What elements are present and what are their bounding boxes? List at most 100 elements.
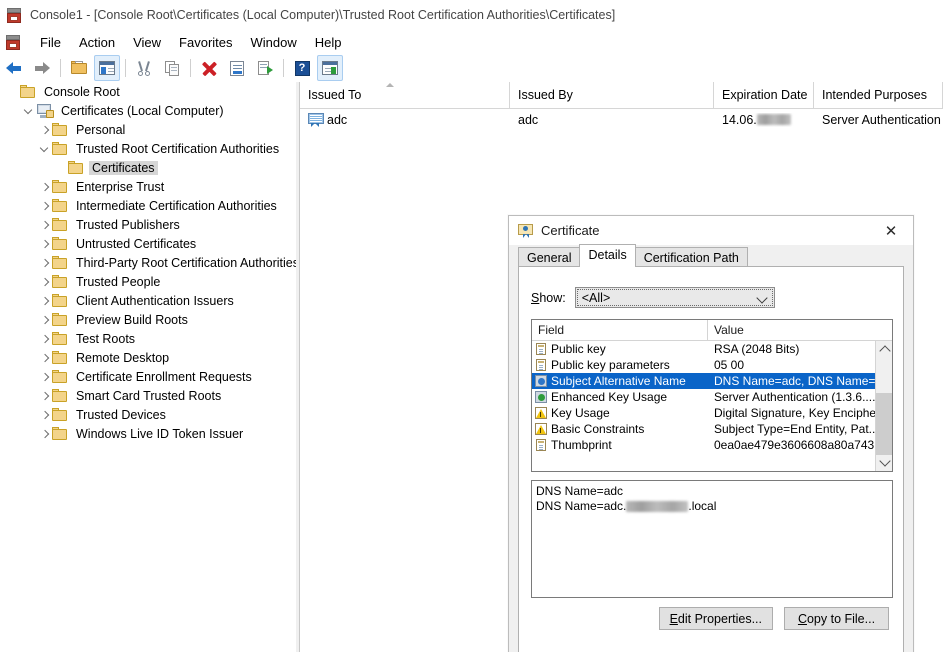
field-name-cell: Key Usage [532, 406, 708, 420]
menu-item-window[interactable]: Window [242, 33, 306, 52]
tree-item-label: Test Roots [76, 331, 136, 346]
properties-button[interactable] [224, 55, 250, 81]
column-header-field[interactable]: Field [532, 320, 708, 340]
tree-item-label: Trusted Devices [76, 407, 166, 422]
help-button[interactable]: ? [289, 55, 315, 81]
tree-item-trusted-people[interactable]: Trusted People [0, 272, 296, 291]
dialog-tabs: General Details Certification Path [518, 244, 913, 268]
column-header-value[interactable]: Value [708, 320, 892, 340]
tree-item-label: Certificate Enrollment Requests [76, 369, 252, 384]
chevron-right-icon[interactable] [38, 388, 52, 404]
field-row[interactable]: Key Usage Digital Signature, Key Encipher… [532, 405, 892, 421]
chevron-down-icon[interactable] [22, 103, 36, 119]
chevron-right-icon[interactable] [38, 274, 52, 290]
tree-item-windows-live-id-token-issuer[interactable]: Windows Live ID Token Issuer [0, 424, 296, 443]
chevron-right-icon[interactable] [38, 369, 52, 385]
field-table-scrollbar[interactable] [875, 341, 892, 471]
tab-details[interactable]: Details [579, 244, 636, 267]
chevron-right-icon[interactable] [38, 350, 52, 366]
column-header-issued-to[interactable]: Issued To [300, 82, 510, 108]
scrollbar-thumb[interactable] [876, 393, 892, 455]
tree-item-console-root[interactable]: Console Root [0, 82, 296, 101]
system-menu-icon[interactable] [5, 34, 21, 50]
chevron-right-icon[interactable] [38, 217, 52, 233]
chevron-right-icon[interactable] [38, 236, 52, 252]
copy-to-file-button[interactable]: Copy to File... [784, 607, 889, 630]
tab-general[interactable]: General [518, 247, 581, 268]
tree-item-enterprise-trust[interactable]: Enterprise Trust [0, 177, 296, 196]
field-row[interactable]: Subject Alternative Name DNS Name=adc, DN… [532, 373, 892, 389]
detail-line-suffix: .local [688, 499, 717, 513]
chevron-right-icon[interactable] [38, 198, 52, 214]
scroll-up-icon[interactable] [876, 341, 892, 358]
folder-icon [20, 85, 36, 98]
delete-button[interactable] [196, 55, 222, 81]
tree-item-remote-desktop[interactable]: Remote Desktop [0, 348, 296, 367]
tree-item-trusted-devices[interactable]: Trusted Devices [0, 405, 296, 424]
tree-item-client-authentication-issuers[interactable]: Client Authentication Issuers [0, 291, 296, 310]
tree-item-untrusted-certificates[interactable]: Untrusted Certificates [0, 234, 296, 253]
dialog-title-bar: Certificate ✕ [509, 216, 913, 245]
field-name-cell: Subject Alternative Name [532, 374, 708, 388]
tree-item-trusted-publishers[interactable]: Trusted Publishers [0, 215, 296, 234]
chevron-right-icon[interactable] [38, 426, 52, 442]
menu-item-file[interactable]: File [31, 33, 70, 52]
menu-item-action[interactable]: Action [70, 33, 124, 52]
chevron-right-icon[interactable] [38, 179, 52, 195]
redacted-text [756, 114, 791, 125]
field-row[interactable]: Basic Constraints Subject Type=End Entity… [532, 421, 892, 437]
tab-certification-path[interactable]: Certification Path [634, 247, 748, 268]
field-row[interactable]: Thumbprint 0ea0ae479e3606608a80a743... [532, 437, 892, 453]
column-header-intended-purposes[interactable]: Intended Purposes [814, 82, 943, 108]
tree-item-trusted-root-certification-authorities[interactable]: Trusted Root Certification Authorities [0, 139, 296, 158]
field-row[interactable]: Public key parameters 05 00 [532, 357, 892, 373]
field-row[interactable]: Public key RSA (2048 Bits) [532, 341, 892, 357]
tree-item-certificate-enrollment-requests[interactable]: Certificate Enrollment Requests [0, 367, 296, 386]
chevron-down-icon[interactable] [38, 141, 52, 157]
tree-item-label: Client Authentication Issuers [76, 293, 234, 308]
folder-icon [52, 408, 68, 421]
tree-item-preview-build-roots[interactable]: Preview Build Roots [0, 310, 296, 329]
chevron-right-icon[interactable] [38, 122, 52, 138]
cell-expiration-date: 14.06. [714, 113, 814, 127]
field-row[interactable]: Enhanced Key Usage Server Authentication … [532, 389, 892, 405]
sort-ascending-icon [386, 83, 394, 87]
list-row[interactable]: adc adc 14.06. Server Authentication [300, 109, 943, 130]
show-dropdown-value: <All> [581, 290, 611, 305]
menu-item-help[interactable]: Help [306, 33, 351, 52]
tree-item-label: Third-Party Root Certification Authoriti… [76, 255, 297, 270]
cut-button[interactable] [131, 55, 157, 81]
tree-item-third-party-root-certification-authorities[interactable]: Third-Party Root Certification Authoriti… [0, 253, 296, 272]
export-list-button[interactable] [252, 55, 278, 81]
edit-properties-button[interactable]: Edit Properties... [658, 607, 773, 630]
menu-item-favorites[interactable]: Favorites [170, 33, 241, 52]
chevron-right-icon[interactable] [38, 255, 52, 271]
chevron-right-icon[interactable] [38, 331, 52, 347]
chevron-right-icon[interactable] [38, 407, 52, 423]
column-header-expiration-date[interactable]: Expiration Date [714, 82, 814, 108]
tree-item-smart-card-trusted-roots[interactable]: Smart Card Trusted Roots [0, 386, 296, 405]
tree-item-test-roots[interactable]: Test Roots [0, 329, 296, 348]
up-one-level-button[interactable] [66, 55, 92, 81]
forward-button[interactable] [29, 55, 55, 81]
show-console-tree-button[interactable] [94, 55, 120, 81]
tree-item-intermediate-certification-authorities[interactable]: Intermediate Certification Authorities [0, 196, 296, 215]
tree-item-certificates[interactable]: Certificates [0, 158, 296, 177]
tree-item-certificates-local-computer[interactable]: Certificates (Local Computer) [0, 101, 296, 120]
menu-item-view[interactable]: View [124, 33, 170, 52]
column-header-issued-by[interactable]: Issued By [510, 82, 714, 108]
back-button[interactable] [1, 55, 27, 81]
close-icon[interactable]: ✕ [869, 216, 913, 245]
folder-up-icon [70, 61, 88, 75]
scroll-down-icon[interactable] [876, 454, 892, 471]
chevron-right-icon[interactable] [38, 293, 52, 309]
show-action-pane-button[interactable] [317, 55, 343, 81]
tree-item-personal[interactable]: Personal [0, 120, 296, 139]
copy-button[interactable] [159, 55, 185, 81]
console-tree-pane[interactable]: Console Root Certificates (Local Computer… [0, 82, 297, 652]
chevron-right-icon[interactable] [38, 312, 52, 328]
field-detail-textbox[interactable]: DNS Name=adc DNS Name=adc. .local [531, 480, 893, 598]
detail-line: DNS Name=adc [536, 484, 624, 498]
show-dropdown[interactable]: <All> [574, 287, 775, 308]
